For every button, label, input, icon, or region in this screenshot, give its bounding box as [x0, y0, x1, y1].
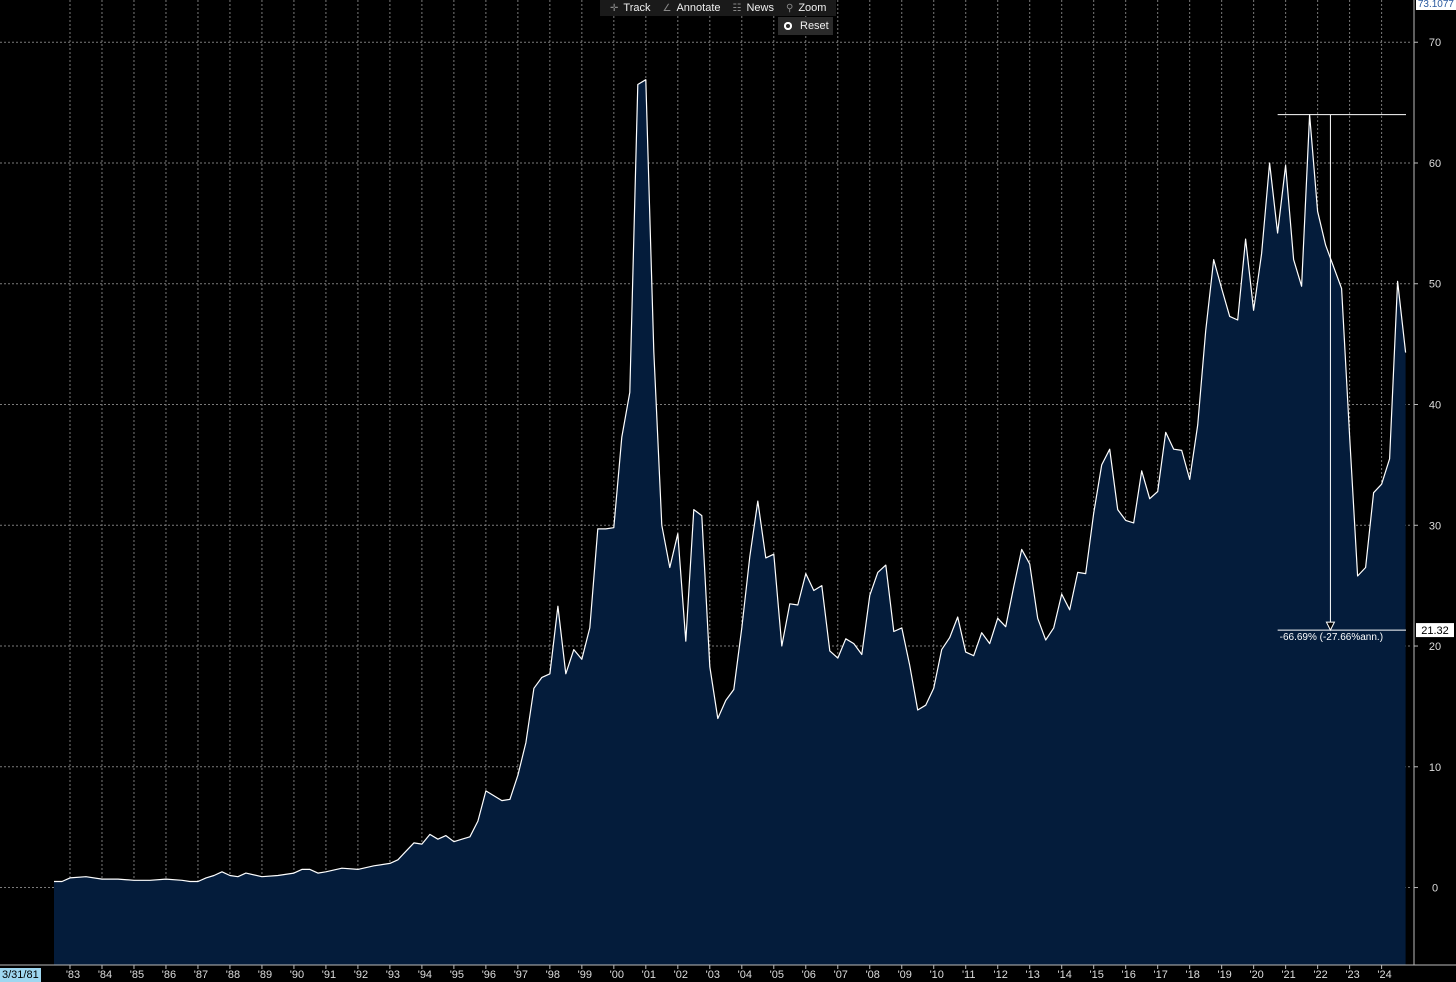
y-tick-label: 50: [1429, 279, 1441, 291]
x-tick-label: '20: [1249, 969, 1263, 981]
chart-toolbar: ✛ Track ∠ Annotate ☷ News ⚲ Zoom: [600, 0, 837, 16]
price-area-chart[interactable]: -66.69% (-27.66%ann.) 0 10 20 30 40 50 60 70 '83…: [0, 0, 1456, 982]
x-tick-label: '95: [450, 969, 464, 981]
x-tick-label: '99: [578, 969, 592, 981]
x-tick-label: '00: [610, 969, 624, 981]
x-tick-label: '19: [1217, 969, 1231, 981]
news-icon: ☷: [732, 2, 742, 14]
magnifier-icon: ⚲: [785, 2, 794, 14]
reset-radio-icon: [784, 22, 792, 30]
x-tick-label: '94: [418, 969, 432, 981]
drawdown-label: -66.69% (-27.66%ann.): [1280, 632, 1383, 643]
y-tick-label: 30: [1429, 520, 1441, 532]
annotate-button[interactable]: ∠ Annotate: [656, 0, 726, 16]
x-tick-label: '06: [802, 969, 816, 981]
x-tick-label: '18: [1185, 969, 1199, 981]
x-tick-label: '10: [930, 969, 944, 981]
x-tick-label: '22: [1313, 969, 1327, 981]
x-tick-label: '85: [130, 969, 144, 981]
x-tick-label: '17: [1154, 969, 1168, 981]
x-tick-label: '86: [162, 969, 176, 981]
x-tick-label: '91: [322, 969, 336, 981]
y-tick-label: 70: [1429, 37, 1441, 49]
last-value-label: 21.32: [1421, 625, 1449, 637]
x-tick-label: '07: [834, 969, 848, 981]
x-tick-label: '84: [98, 969, 112, 981]
x-tick-label: '11: [962, 969, 976, 981]
area-fill: [54, 79, 1406, 965]
x-tick-label: '14: [1058, 969, 1072, 981]
x-tick-label: '15: [1090, 969, 1104, 981]
y-tick-label: 60: [1429, 158, 1441, 170]
x-tick-label: '03: [706, 969, 720, 981]
y-tick-label: 40: [1429, 400, 1441, 412]
x-tick-label: '90: [290, 969, 304, 981]
y-tick-label: 20: [1429, 641, 1441, 653]
x-tick-label: '88: [226, 969, 240, 981]
x-tick-label: '21: [1281, 969, 1295, 981]
x-tick-label: '93: [386, 969, 400, 981]
reset-label: Reset: [800, 20, 829, 32]
axis-max-badge: 73.1077: [1415, 0, 1456, 10]
track-button[interactable]: ✛ Track: [604, 0, 656, 16]
pencil-icon: ∠: [662, 2, 672, 14]
x-tick-label: '05: [770, 969, 784, 981]
reset-button[interactable]: Reset: [778, 17, 833, 35]
series-area: [54, 79, 1407, 965]
x-tick-label: '98: [546, 969, 560, 981]
x-tick-label: '97: [514, 969, 528, 981]
x-tick-label: '96: [482, 969, 496, 981]
x-tick-label: '09: [898, 969, 912, 981]
x-tick-label: '87: [194, 969, 208, 981]
zoom-label: Zoom: [798, 2, 827, 14]
x-tick-label: '01: [642, 969, 656, 981]
annotate-label: Annotate: [676, 2, 721, 14]
y-tick-label: 10: [1429, 762, 1441, 774]
x-tick-label: '04: [738, 969, 752, 981]
x-tick-label: '02: [674, 969, 688, 981]
crosshair-icon: ✛: [610, 2, 619, 14]
x-tick-label: '12: [994, 969, 1008, 981]
x-tick-label: '23: [1345, 969, 1359, 981]
start-date-badge: 3/31/81: [0, 968, 41, 982]
x-tick-label: '13: [1026, 969, 1040, 981]
track-label: Track: [623, 2, 651, 14]
x-tick-label: '16: [1122, 969, 1136, 981]
x-tick-label: '83: [66, 969, 80, 981]
zoom-button[interactable]: ⚲ Zoom: [780, 0, 832, 16]
y-tick-label: 0: [1432, 883, 1438, 895]
x-tick-label: '89: [258, 969, 272, 981]
x-tick-label: '92: [354, 969, 368, 981]
news-label: News: [746, 2, 774, 14]
news-button[interactable]: ☷ News: [727, 0, 780, 16]
x-tick-label: '24: [1377, 969, 1391, 981]
x-tick-label: '08: [866, 969, 880, 981]
